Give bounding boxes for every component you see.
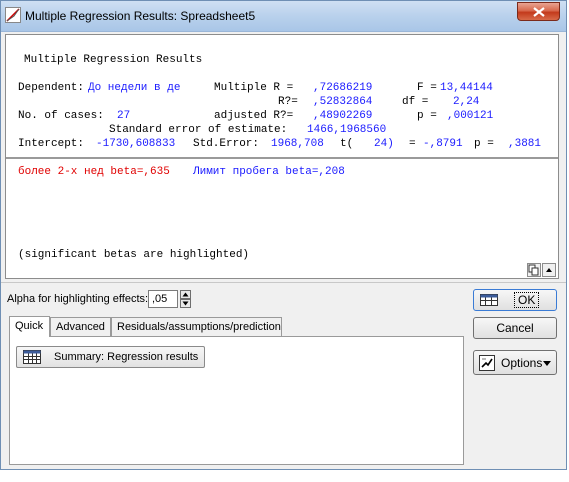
statistica-app-icon (5, 7, 21, 23)
ok-button[interactable]: OK (473, 289, 557, 311)
results-separator (6, 157, 558, 159)
std-error-value: 1968,708 (271, 138, 324, 150)
t-label: t( (340, 138, 354, 150)
copy-icon (528, 264, 539, 276)
background-strip (0, 470, 569, 482)
adjusted-r2-value: ,48902269 (313, 110, 373, 122)
dependent-value: До недели в де (88, 82, 181, 94)
close-button[interactable] (517, 2, 560, 21)
p2-value: ,3881 (508, 138, 542, 150)
multiple-r-value: ,72686219 (313, 82, 373, 94)
df-value: 2,24 (453, 96, 480, 108)
p-label: p = (417, 110, 437, 122)
spreadsheet-icon (23, 350, 41, 364)
cases-value: 27 (117, 110, 131, 122)
t-value: -,8791 (423, 138, 463, 150)
f-label: F = (417, 82, 437, 94)
std-error-label: Std.Error: (193, 138, 260, 150)
cases-label: No. of cases: (18, 110, 104, 122)
se-estimate-label: Standard error of estimate: (109, 124, 288, 136)
r2-label: R?= (278, 96, 298, 108)
alpha-label: Alpha for highlighting effects: (7, 293, 149, 305)
nonsignificant-beta: Лимит пробега beta=,208 (193, 166, 345, 178)
tab-advanced[interactable]: Advanced (50, 317, 111, 336)
multiple-r-label: Multiple R = (214, 82, 294, 94)
ok-spreadsheet-icon (480, 294, 498, 306)
alpha-spin-up[interactable] (180, 290, 191, 299)
t-df: 24) (374, 138, 394, 150)
r2-value: ,52832864 (313, 96, 373, 108)
options-button-label: Options (501, 356, 543, 370)
significance-note: (significant betas are highlighted) (18, 249, 250, 261)
panel-divider (1, 282, 566, 283)
results-heading: Multiple Regression Results (24, 54, 203, 66)
alpha-input[interactable]: ,05 (148, 290, 178, 308)
significant-beta: более 2-х нед beta=,635 (18, 166, 170, 178)
se-estimate-value: 1466,1968560 (307, 124, 387, 136)
title-bar[interactable]: Multiple Regression Results: Spreadsheet… (1, 1, 566, 32)
close-icon (533, 7, 545, 17)
spin-down-icon (182, 301, 189, 306)
dependent-label: Dependent: (18, 82, 85, 94)
summary-button-label: Summary: Regression results (54, 351, 199, 363)
p-value: ,000121 (447, 110, 494, 122)
t-equals: = (409, 138, 416, 150)
options-button[interactable]: Options (473, 350, 557, 375)
regression-results-window: Multiple Regression Results: Spreadsheet… (0, 0, 567, 470)
p2-label: p = (474, 138, 494, 150)
dropdown-arrow-icon (543, 361, 551, 366)
summary-regression-button[interactable]: Summary: Regression results (16, 346, 205, 368)
collapse-panel-button[interactable] (542, 263, 556, 277)
cancel-button-label: Cancel (496, 321, 534, 335)
cancel-button[interactable]: Cancel (473, 317, 557, 339)
f-value: 13,44144 (440, 82, 493, 94)
results-text-panel: Multiple Regression Results Dependent: Д… (5, 34, 559, 279)
adjusted-r2-label: adjusted R?= (214, 110, 294, 122)
alpha-value: ,05 (152, 293, 168, 305)
intercept-value: -1730,608833 (96, 138, 176, 150)
ok-button-label: OK (514, 292, 540, 308)
spin-up-icon (182, 292, 189, 297)
tab-quick[interactable]: Quick (9, 316, 50, 337)
tab-residuals[interactable]: Residuals/assumptions/prediction (111, 317, 282, 336)
options-icon (479, 355, 495, 371)
intercept-label: Intercept: (18, 138, 85, 150)
alpha-spin-down[interactable] (180, 299, 191, 308)
quick-tab-content: Summary: Regression results (9, 336, 464, 465)
arrow-up-icon (546, 268, 552, 272)
df-label: df = (402, 96, 429, 108)
copy-results-button[interactable] (527, 263, 541, 277)
window-title: Multiple Regression Results: Spreadsheet… (25, 9, 256, 23)
